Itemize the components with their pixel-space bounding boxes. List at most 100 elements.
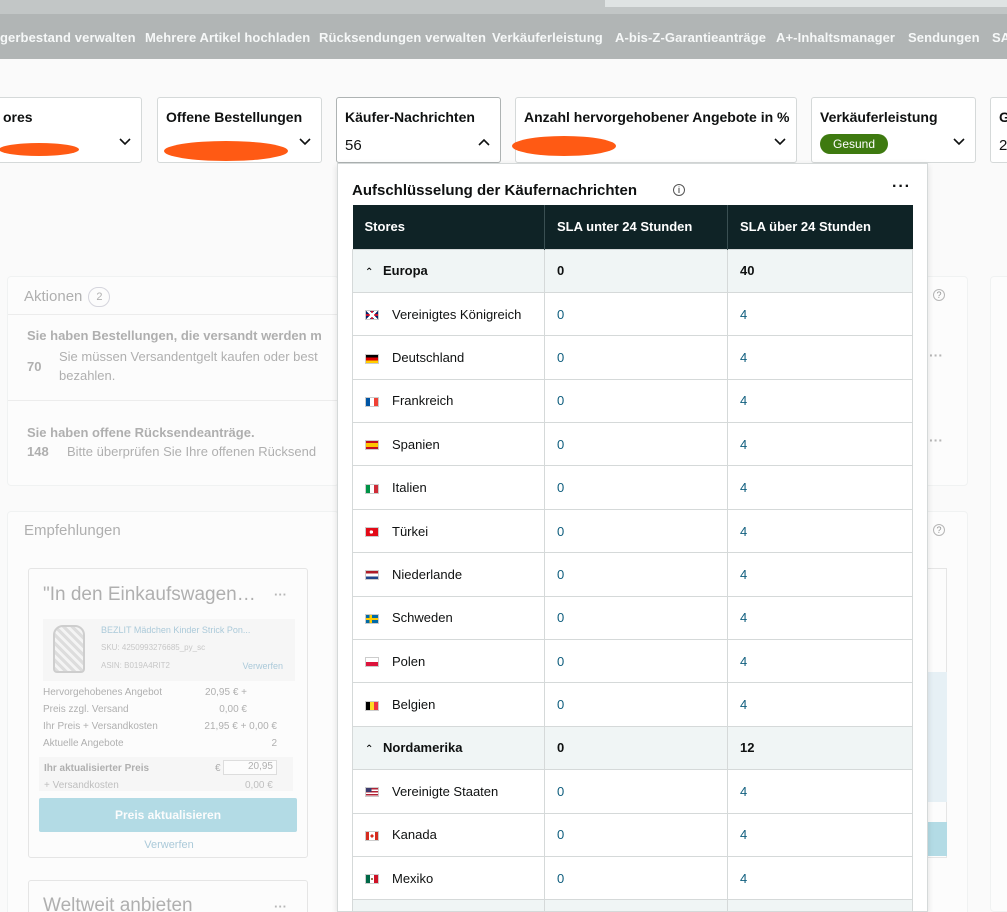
store-cell: Niederlande	[352, 552, 545, 597]
kpi-seller-performance[interactable]: Verkäuferleistung Gesund	[811, 97, 976, 163]
product-sku: SKU: 4250993276685_py_sc	[101, 643, 206, 652]
sla-over-24h-cell[interactable]: 4	[727, 335, 913, 380]
help-icon[interactable]: ?	[933, 524, 945, 536]
sla-under-24h-cell[interactable]: 0	[544, 335, 728, 380]
chevron-down-icon	[119, 138, 131, 146]
discard-link[interactable]: Verwerfen	[29, 839, 309, 851]
store-cell: Vereinigtes Königreich	[352, 291, 545, 337]
store-name: Italien	[392, 480, 427, 496]
right-panel	[990, 276, 1007, 912]
sla-over-24h-cell[interactable]: 4	[727, 552, 913, 597]
kpi-messages-value: 56	[345, 137, 362, 154]
nav-bulk-upload[interactable]: Mehrere Artikel hochladen	[145, 30, 310, 45]
kpi-stores[interactable]: ores	[0, 97, 142, 163]
more-options-icon[interactable]: ···	[274, 587, 287, 602]
actions-panel: Aktionen 2 Sie haben Bestellungen, die ve…	[7, 276, 340, 486]
sla-over-24h-cell[interactable]: 4	[727, 378, 913, 424]
kpi-messages-title: Käufer-Nachrichten	[345, 109, 475, 125]
sla-over-24h-cell[interactable]: 4	[727, 812, 913, 857]
store-cell: Italien	[352, 465, 545, 510]
sla-over-24h-cell[interactable]: 4	[727, 855, 913, 901]
sla-under-24h-cell[interactable]: 0	[544, 769, 728, 814]
store-name: Vereinigtes Königreich	[392, 306, 522, 322]
action-item-title[interactable]: Sie haben offene Rücksendeanträge.	[27, 425, 255, 440]
popup-title: Aufschlüsselung der Käufernachrichten	[352, 182, 638, 199]
table-row: Belgien 0 4	[352, 682, 913, 727]
info-icon[interactable]: i	[673, 184, 685, 196]
sla-over-24h-cell[interactable]: 4	[727, 291, 913, 337]
more-options-icon[interactable]: ···	[274, 899, 287, 912]
updated-price-input[interactable]: 20,95	[223, 760, 277, 775]
store-name: Schweden	[392, 610, 453, 626]
flag-mx-icon	[365, 874, 379, 885]
table-row-region: ⌃ Europa 0 40	[352, 248, 913, 293]
card-title: "In den Einkaufswagen…	[43, 584, 256, 605]
flag-pl-icon	[365, 657, 379, 668]
store-cell: Türkei	[352, 508, 545, 554]
sla-over-24h-cell[interactable]: 4	[727, 769, 913, 814]
flag-es-icon	[365, 440, 379, 451]
nav-returns[interactable]: Rücksendungen verwalten	[319, 30, 486, 45]
kpi-featured-offers[interactable]: Anzahl hervorgehobener Angebote in %	[512, 97, 797, 163]
kpi-open-orders[interactable]: Offene Bestellungen	[157, 97, 322, 163]
sla-under-24h-cell[interactable]: 0	[544, 812, 728, 857]
actions-title: Aktionen	[24, 287, 83, 305]
table-row: Italien 0 4	[352, 465, 913, 510]
actions-panel-right-edge: ? ··· ···	[922, 276, 968, 486]
nav-a-plus-content[interactable]: A+-Inhaltsmanager	[776, 30, 895, 45]
product-name[interactable]: BEZLIT Mädchen Kinder Strick Pon...	[101, 625, 250, 635]
sla-under-24h-cell[interactable]: 0	[544, 552, 728, 597]
sla-under-24h-cell[interactable]: 0	[544, 508, 728, 554]
sla-under-24h-cell[interactable]: 0	[544, 465, 728, 510]
nav-inventory[interactable]: gerbestand verwalten	[0, 30, 136, 45]
sla-under-24h-cell[interactable]: 0	[544, 855, 728, 901]
price-label: Ihr Preis + Versandkosten	[43, 721, 158, 732]
table-row: Mexiko 0 4	[352, 855, 913, 901]
nav-a-to-z-claims[interactable]: A-bis-Z-Garantieanträge	[615, 30, 766, 45]
chevron-up-icon[interactable]: ⌃	[365, 744, 383, 755]
more-options-icon[interactable]: ···	[892, 178, 911, 196]
store-cell: Kanada	[352, 812, 545, 857]
sla-over-24h-cell[interactable]: 4	[727, 422, 913, 467]
table-row: Deutschland 0 4	[352, 335, 913, 380]
more-options-icon[interactable]: ···	[929, 347, 943, 363]
actions-count-badge: 2	[88, 287, 111, 307]
main-navigation: gerbestand verwalten Mehrere Artikel hoc…	[0, 14, 1007, 59]
sla-under-24h-cell[interactable]: 0	[544, 682, 728, 727]
flag-se-icon	[365, 613, 379, 624]
action-item-title[interactable]: Sie haben Bestellungen, die versandt wer…	[27, 328, 322, 343]
search-area[interactable]	[605, 0, 1007, 7]
chevron-down-icon	[774, 138, 786, 146]
sla-over-24h-cell[interactable]: 4	[727, 639, 913, 684]
sla-under-24h-cell[interactable]: 0	[544, 595, 728, 641]
updated-price-label: Ihr aktualisierter Preis	[44, 763, 150, 774]
nav-seller-performance[interactable]: Verkäuferleistung	[492, 30, 603, 45]
sla-under-24h-cell[interactable]: 0	[544, 639, 728, 684]
region-cell[interactable]: ⌃ Nordamerika	[352, 725, 545, 771]
region-name: Europa	[383, 263, 428, 279]
flag-fr-icon	[365, 396, 379, 407]
sla-over-24h-cell[interactable]: 4	[727, 595, 913, 641]
nav-sa[interactable]: SA	[992, 30, 1007, 45]
discard-link[interactable]: Verwerfen	[242, 661, 283, 671]
sla-over-24h-cell[interactable]: 4	[727, 682, 913, 727]
chevron-up-icon[interactable]: ⌃	[365, 267, 383, 278]
action-item-number: 148	[27, 444, 49, 459]
kpi-performance-title: Verkäuferleistung	[820, 109, 938, 125]
sla-under-24h-cell[interactable]: 0	[544, 422, 728, 467]
flag-de-icon	[365, 353, 379, 364]
sla-under-24h-cell[interactable]: 0	[544, 378, 728, 424]
kpi-buyer-messages[interactable]: Käufer-Nachrichten 56	[336, 97, 501, 163]
nav-shipments[interactable]: Sendungen	[908, 30, 980, 45]
sla-under-24h-cell[interactable]: 0	[544, 291, 728, 337]
region-cell[interactable]: ⌃ Europa	[352, 248, 545, 293]
store-cell: Spanien	[352, 422, 545, 467]
help-icon[interactable]: ?	[933, 289, 945, 301]
update-price-button[interactable]: Preis aktualisieren	[39, 798, 297, 832]
sla-over-24h-cell[interactable]: 4	[727, 508, 913, 554]
store-name: Kanada	[392, 827, 437, 843]
kpi-cut-off[interactable]: G 2	[990, 97, 1007, 163]
sla-over-24h-cell[interactable]: 4	[727, 465, 913, 510]
more-options-icon[interactable]: ···	[929, 432, 943, 448]
recommendations-title: Empfehlungen	[24, 522, 121, 539]
